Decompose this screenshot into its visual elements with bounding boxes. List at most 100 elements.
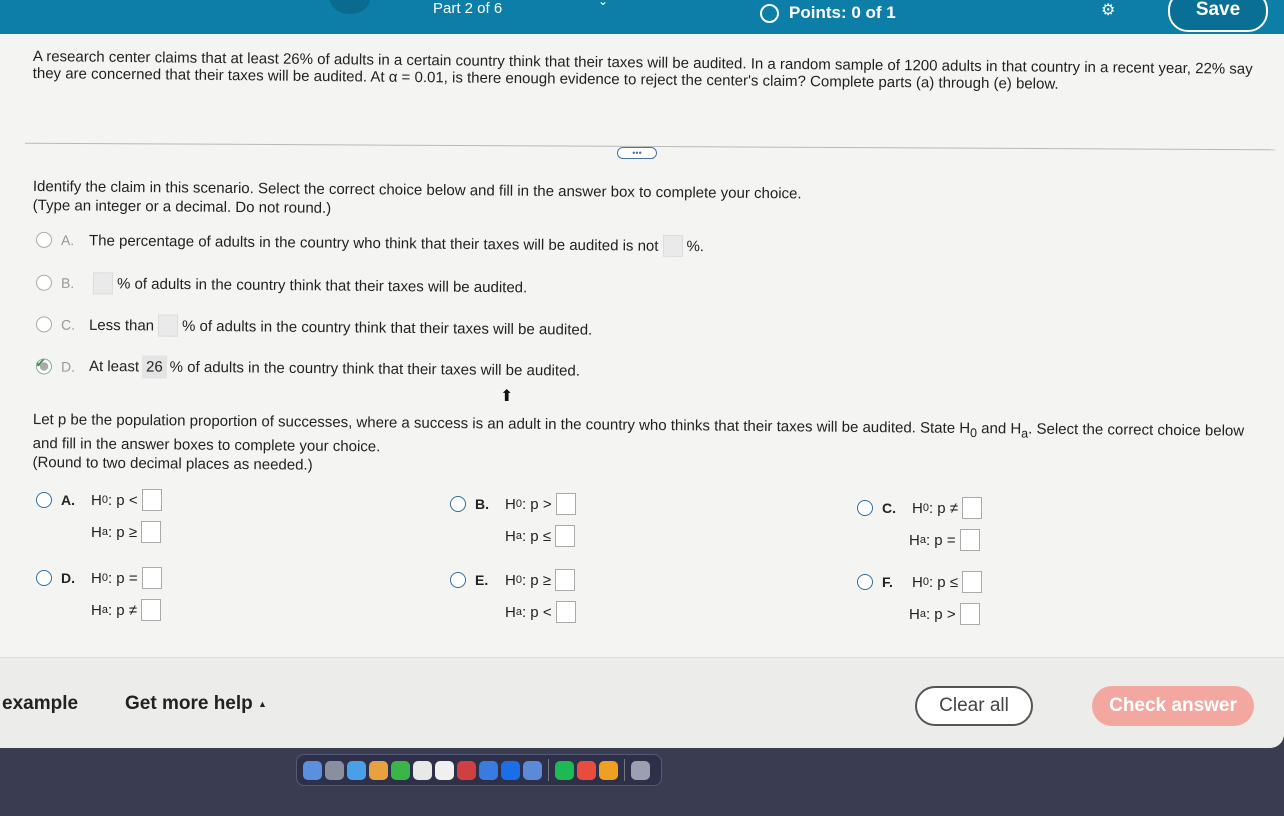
gear-icon[interactable]: ⚙ [1101,0,1115,20]
save-button[interactable]: Save [1168,0,1268,32]
radio-c[interactable] [35,316,53,333]
claim-option-d[interactable]: ✔ D. At least 26 % of adults in the coun… [34,354,580,382]
photos-icon[interactable] [369,760,388,780]
get-more-help-button[interactable]: Get more help ▲ [125,693,267,715]
safari-icon[interactable] [501,760,520,780]
radio-b[interactable] [35,274,53,291]
h0-label: H [91,491,102,509]
launchpad-icon[interactable] [325,760,344,780]
h0-relation: : p ≠ [928,499,959,517]
ha-label: H [91,601,102,619]
check-answer-button[interactable]: Check answer [1092,686,1254,726]
ha-relation: : p ≠ [107,601,138,619]
caret-up-icon: ▲ [258,698,267,709]
appstore-icon[interactable] [479,760,498,780]
answer-box[interactable] [141,489,162,511]
option-letter: D. [60,358,76,375]
answer-box[interactable] [662,234,683,257]
hypo-option-c[interactable]: C. H 0: p ≠ Ha: p = [857,492,986,556]
answer-value[interactable]: 26 [141,355,167,379]
option-letter: A. [60,232,75,249]
ha-label: H [505,603,516,621]
option-letter: D. [61,570,75,586]
check-icon: ✔ [34,354,47,370]
hypo-option-a[interactable]: A. H 0: p < Ha: p ≥ [36,484,166,548]
radio-hypo-a[interactable] [36,492,52,508]
answer-box[interactable] [555,493,576,515]
ha-relation: : p = [925,531,956,549]
hypo-option-e[interactable]: E. H 0: p ≥ Ha: p < [450,564,580,628]
ha-label: H [909,531,920,549]
answer-box[interactable] [959,529,980,551]
answer-box[interactable] [555,601,576,623]
hypo-option-d[interactable]: D. H 0: p = Ha: p ≠ [36,562,166,626]
points-display: Points: 0 of 1 [760,3,896,23]
ha-label: H [505,527,516,545]
option-letter: C. [882,500,896,516]
bottom-bar: example Get more help ▲ Clear all Check … [0,657,1284,748]
dock [296,754,662,786]
chrome-icon[interactable] [523,760,542,780]
part-indicator: Part 2 of 6 [433,0,503,17]
hypo-option-f[interactable]: F. H 0: p ≤ Ha: p > [857,566,986,630]
more-button[interactable]: ••• [617,147,657,159]
answer-box[interactable] [157,314,179,337]
ha-relation: : p < [521,603,552,621]
answer-box[interactable] [959,603,980,625]
hypo-option-b[interactable]: B. H 0: p > Ha: p ≤ [450,488,580,552]
pen-icon[interactable] [599,760,618,780]
answer-box[interactable] [92,272,114,295]
radio-hypo-d[interactable] [36,570,52,586]
radio-hypo-c[interactable] [857,500,873,516]
h0-relation: : p = [107,569,138,587]
option-text-post: %. [686,237,705,255]
answer-box[interactable] [962,571,983,593]
option-letter: B. [475,496,489,512]
trash-icon[interactable] [631,760,650,780]
claim-option-a[interactable]: A. The percentage of adults in the count… [35,229,705,257]
option-letter: E. [475,572,489,588]
radio-hypo-f[interactable] [857,574,873,590]
claim-option-c[interactable]: C. Less than % of adults in the country … [35,313,592,340]
points-ring-icon [760,3,779,23]
app-store-icon[interactable] [347,760,366,780]
notes-icon[interactable] [435,760,454,780]
radio-hypo-b[interactable] [450,496,466,512]
mouse-cursor-icon: ⬆ [500,388,514,405]
messages-icon[interactable] [391,760,410,780]
answer-box[interactable] [555,569,576,591]
example-link[interactable]: example [2,693,78,715]
points-text: Points: 0 of 1 [789,3,896,22]
answer-box[interactable] [141,567,162,589]
help-label: Get more help [125,693,253,714]
h0-label: H [912,573,923,591]
answer-box[interactable] [141,599,162,621]
option-letter: C. [60,316,76,333]
h0-label: H [505,495,516,513]
chevron-down-icon[interactable]: ⌄ [598,0,608,8]
claim-option-b[interactable]: B. % of adults in the country think that… [35,272,528,299]
finder-icon[interactable] [303,760,322,780]
answer-box[interactable] [555,525,576,547]
browser-icon[interactable] [577,760,596,780]
h0-relation: : p ≤ [928,573,959,591]
spotify-icon[interactable] [555,760,574,780]
nav-button-bg[interactable] [330,0,370,14]
ha-relation: : p > [925,605,956,623]
radio-a[interactable] [35,231,53,248]
option-text-post: % of adults in the country think that th… [116,274,528,296]
problem-statement: A research center claims that at least 2… [32,48,1253,93]
h0-label: H [505,571,516,589]
option-text: Less than [88,316,155,334]
h0-label: H [91,569,102,587]
option-text: At least [88,357,140,376]
hypo-instr-1: Let p be the population proportion of su… [32,410,971,437]
ha-relation: : p ≤ [521,527,552,545]
answer-box[interactable] [962,497,983,519]
answer-box[interactable] [141,521,162,543]
radio-hypo-e[interactable] [450,572,466,588]
news-icon[interactable] [457,760,476,780]
calendar-icon[interactable] [413,760,432,780]
radio-d-selected[interactable]: ✔ [34,354,53,375]
clear-all-button[interactable]: Clear all [915,686,1033,726]
